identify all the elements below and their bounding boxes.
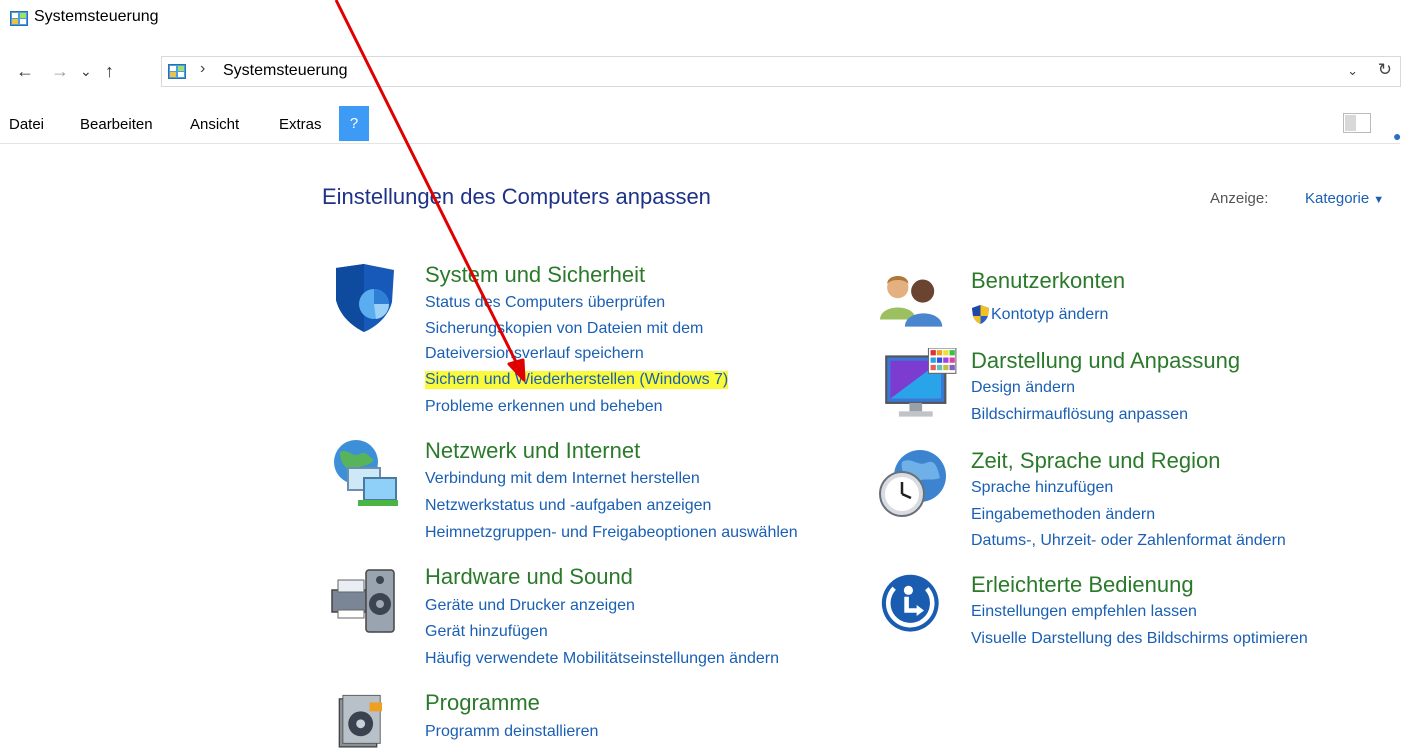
link-change-design[interactable]: Design ändern [971,379,1075,397]
link-uninstall-program[interactable]: Programm deinstallieren [425,723,598,741]
preview-pane-icon[interactable] [1343,113,1371,133]
title-bar: Systemsteuerung [0,0,1411,36]
category-title-clock[interactable]: Zeit, Sprache und Region [971,448,1221,474]
link-network-status[interactable]: Netzwerkstatus und -aufgaben anzeigen [425,497,711,515]
control-panel-icon [10,11,28,26]
link-add-language[interactable]: Sprache hinzufügen [971,479,1113,497]
view-by-value: Kategorie [1305,190,1370,207]
link-devices-printers[interactable]: Geräte und Drucker anzeigen [425,597,635,615]
ease-of-access-icon[interactable] [880,572,946,638]
link-optimize-display[interactable]: Visuelle Darstellung des Bildschirms opt… [971,630,1308,648]
link-homegroup-sharing[interactable]: Heimnetzgruppen- und Freigabeoptionen au… [425,524,798,542]
up-arrow-icon[interactable]: ↑ [105,61,114,81]
link-date-time-format[interactable]: Datums-, Uhrzeit- oder Zahlenformat ände… [971,532,1286,550]
menu-ansicht[interactable]: Ansicht [190,116,239,133]
dropdown-triangle-icon: ▼ [1373,194,1385,206]
link-change-account-type[interactable]: Kontotyp ändern [991,306,1108,324]
view-label: Anzeige: [1210,190,1269,207]
menu-bearbeiten[interactable]: Bearbeiten [80,116,153,133]
link-add-device[interactable]: Gerät hinzufügen [425,623,548,641]
menu-bar: Datei Bearbeiten Ansicht Extras ? ● [0,106,1411,144]
category-title-hardware[interactable]: Hardware und Sound [425,564,633,590]
link-mobility-settings[interactable]: Häufig verwendete Mobilitätseinstellunge… [425,650,779,668]
link-file-history-2[interactable]: Dateiversionsverlauf speichern [425,345,644,363]
link-troubleshoot[interactable]: Probleme erkennen und beheben [425,398,663,416]
category-title-ease[interactable]: Erleichterte Bedienung [971,572,1194,598]
breadcrumb-separator-icon[interactable]: › [200,60,205,78]
shield-icon[interactable] [330,262,402,334]
window-title: Systemsteuerung [34,8,159,25]
link-backup-restore[interactable]: Sichern und Wiederherstellen (Windows 7) [425,371,729,389]
category-title-appearance[interactable]: Darstellung und Anpassung [971,348,1240,374]
printer-speaker-icon[interactable] [330,564,402,636]
menu-divider [0,143,1400,144]
menu-datei[interactable]: Datei [9,116,44,133]
category-title-system[interactable]: System und Sicherheit [425,262,645,288]
back-arrow-icon[interactable]: ← [16,61,34,81]
control-panel-icon [168,64,186,79]
link-internet-connect[interactable]: Verbindung mit dem Internet herstellen [425,470,700,488]
uac-shield-icon [972,305,989,324]
link-screen-resolution[interactable]: Bildschirmauflösung anpassen [971,406,1188,424]
category-title-users[interactable]: Benutzerkonten [971,268,1125,294]
help-icon[interactable]: ● [1393,128,1401,144]
page-title: Einstellungen des Computers anpassen [322,184,711,209]
link-input-methods[interactable]: Eingabemethoden ändern [971,506,1155,524]
link-file-history-1[interactable]: Sicherungskopien von Dateien mit dem [425,320,703,338]
address-dropdown-icon[interactable]: ⌄ [1347,63,1358,79]
recent-locations-chevron-icon[interactable]: ⌄ [80,61,92,81]
address-bar[interactable]: › Systemsteuerung ⌄ ↻ [161,56,1401,87]
clock-globe-icon[interactable] [876,448,948,520]
breadcrumb-systemsteuerung[interactable]: Systemsteuerung [223,62,348,80]
navigation-bar: ← → ⌄ ↑ › Systemsteuerung ⌄ ↻ [0,56,1411,88]
programs-disc-icon[interactable] [330,690,402,754]
refresh-icon[interactable]: ↻ [1378,60,1392,80]
view-by-dropdown[interactable]: Kategorie ▼ [1305,190,1384,207]
menu-extras[interactable]: Extras [279,116,322,133]
menu-help[interactable]: ? [339,106,369,141]
network-globe-icon[interactable] [330,438,402,510]
link-recommend-settings[interactable]: Einstellungen empfehlen lassen [971,603,1197,621]
category-title-network[interactable]: Netzwerk und Internet [425,438,640,464]
display-appearance-icon[interactable] [880,348,960,424]
users-icon[interactable] [880,268,944,332]
forward-arrow-icon[interactable]: → [51,61,69,81]
category-title-programs[interactable]: Programme [425,690,540,716]
link-computer-status[interactable]: Status des Computers überprüfen [425,294,665,312]
